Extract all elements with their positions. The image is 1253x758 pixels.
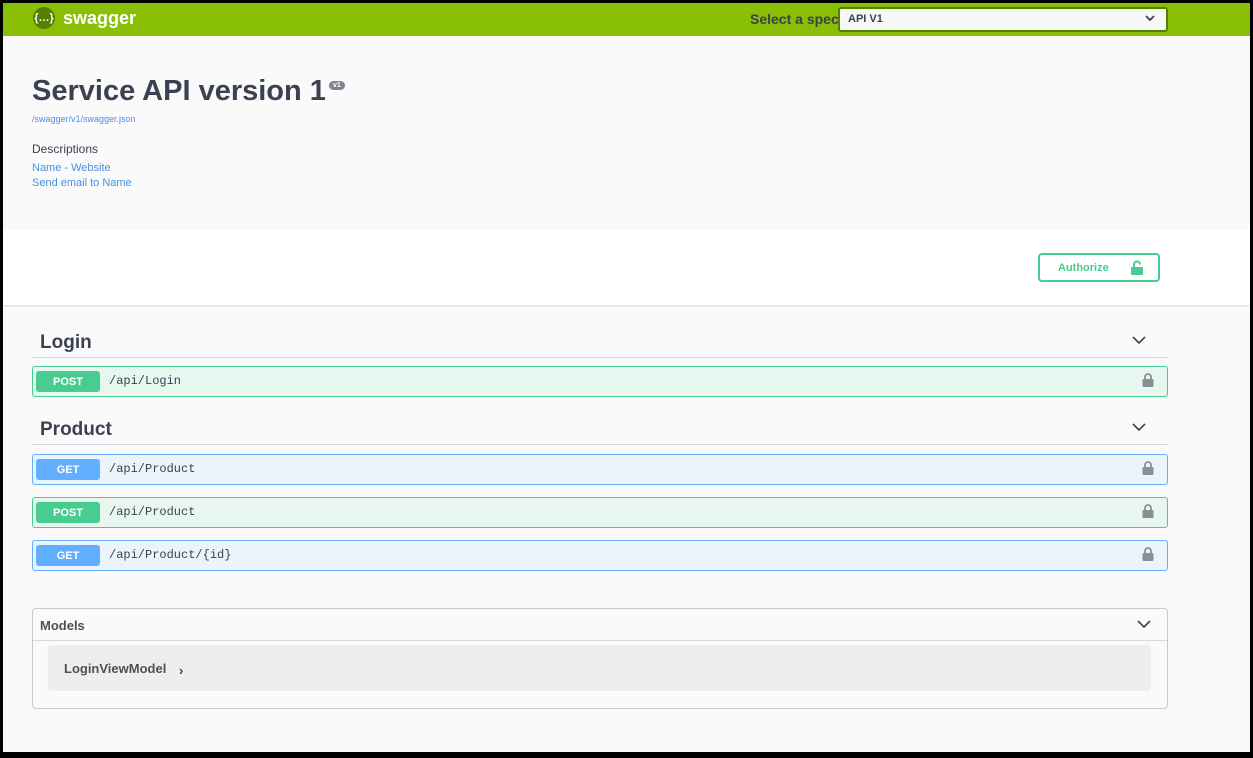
models-heading: Models [40, 618, 85, 633]
tag-name: Product [40, 419, 112, 440]
swagger-logo-text: swagger [63, 7, 137, 28]
contact-link[interactable]: Name - Website [32, 162, 111, 174]
operation-get-product[interactable]: GET /api/Product [32, 454, 1168, 485]
swagger-logo-icon: {…} [33, 7, 55, 29]
authorize-label: Authorize [1058, 262, 1109, 274]
method-badge: GET [36, 545, 100, 566]
spec-select[interactable]: API V1 [838, 7, 1168, 32]
lock-icon[interactable] [1142, 504, 1154, 519]
method-badge: GET [36, 459, 100, 480]
model-name: LoginViewModel [64, 661, 167, 676]
tag-name: Login [40, 332, 92, 353]
spec-select-label: Select a spec [750, 11, 839, 27]
operation-path: /api/Product/{id} [109, 548, 232, 562]
lock-icon[interactable] [1142, 547, 1154, 562]
chevron-down-icon [1137, 620, 1151, 629]
models-section: Models LoginViewModel › [32, 608, 1168, 709]
tag-product[interactable]: Product [32, 414, 1168, 445]
operation-post-product[interactable]: POST /api/Product [32, 497, 1168, 528]
scheme-container: Authorize [3, 229, 1250, 305]
authorize-button[interactable]: Authorize [1038, 253, 1160, 282]
page-title: Service API version 1 [32, 75, 326, 107]
swagger-logo[interactable]: {…} swagger [33, 7, 136, 29]
operation-get-product-by-id[interactable]: GET /api/Product/{id} [32, 540, 1168, 571]
description-heading: Descriptions [32, 142, 99, 156]
model-item-loginviewmodel[interactable]: LoginViewModel › [48, 645, 1151, 691]
chevron-right-icon: › [179, 663, 184, 678]
models-header[interactable]: Models [33, 609, 1167, 641]
swagger-page: {…} swagger Select a spec API V1 Service… [3, 3, 1250, 752]
operation-path: /api/Login [109, 374, 182, 388]
chevron-down-icon [1132, 336, 1146, 345]
chevron-down-icon [1132, 423, 1146, 432]
email-link[interactable]: Send email to Name [32, 177, 132, 189]
lock-icon[interactable] [1142, 461, 1154, 476]
method-badge: POST [36, 502, 100, 523]
method-badge: POST [36, 371, 100, 392]
unlock-icon [1131, 260, 1143, 275]
spec-url-link[interactable]: /swagger/v1/swagger.json [32, 114, 136, 124]
version-badge: v1 [329, 81, 345, 90]
top-bar: {…} swagger Select a spec API V1 [3, 3, 1250, 36]
tag-login[interactable]: Login [32, 327, 1168, 358]
spec-select-value: API V1 [848, 13, 883, 25]
operation-path: /api/Product [109, 462, 196, 476]
operation-post-login[interactable]: POST /api/Login [32, 366, 1168, 397]
api-info: Service API version 1 v1 /swagger/v1/swa… [3, 36, 1250, 229]
lock-icon[interactable] [1142, 373, 1154, 388]
chevron-down-icon [1145, 15, 1155, 22]
operation-path: /api/Product [109, 505, 196, 519]
